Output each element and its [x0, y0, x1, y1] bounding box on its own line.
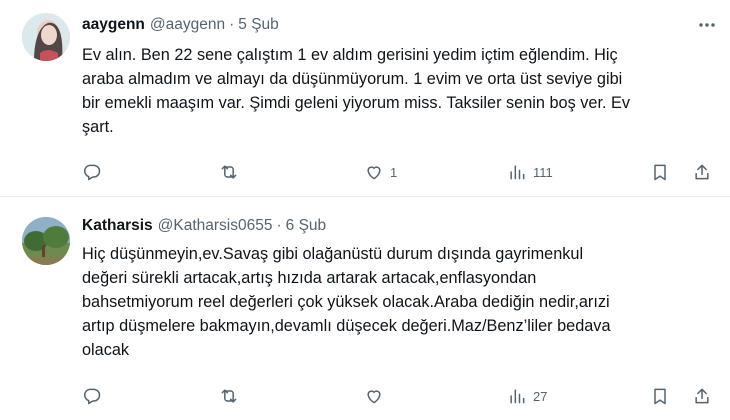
views-icon [510, 389, 525, 404]
tweet-header: Katharsis @Katharsis0655 · 6 Şub [82, 216, 326, 236]
tweet-text: Hiç düşünmeyin,ev.Savaş gibi olağanüstü … [82, 245, 611, 359]
like-button[interactable]: 1 [364, 160, 397, 184]
avatar[interactable] [22, 217, 70, 265]
bookmark-icon [654, 164, 666, 181]
bookmark-button[interactable] [650, 160, 670, 184]
tweet-actions: 1 111 [82, 160, 722, 184]
tweet-actions: 27 [82, 384, 722, 408]
avatar-image [22, 13, 70, 61]
views-count: 27 [533, 388, 548, 404]
tweet-header: aaygenn @aaygenn · 5 Şub [82, 15, 279, 35]
tweet-text: Ev alın. Ben 22 sene çalıştım 1 ev aldım… [82, 46, 631, 136]
tweet[interactable]: aaygenn @aaygenn · 5 Şub Ev alın. Ben 22… [0, 0, 730, 196]
reply-icon [84, 388, 101, 405]
separator: · [276, 217, 282, 234]
retweet-icon [221, 389, 237, 403]
bookmark-icon [654, 388, 666, 405]
more-icon [699, 23, 715, 27]
more-button[interactable] [696, 15, 718, 35]
separator: · [229, 16, 235, 33]
views-button[interactable]: 111 [507, 160, 553, 184]
views-icon [510, 165, 525, 180]
tweet-date[interactable]: 5 Şub [238, 16, 279, 34]
share-button[interactable] [692, 384, 712, 408]
views-button[interactable]: 27 [507, 384, 547, 408]
views-count: 111 [533, 164, 553, 180]
like-count: 1 [390, 164, 398, 180]
author-name[interactable]: aaygenn [82, 16, 145, 34]
like-icon [367, 390, 381, 404]
share-icon [695, 388, 709, 404]
share-icon [695, 164, 709, 180]
retweet-button[interactable] [219, 160, 245, 184]
retweet-button[interactable] [219, 384, 245, 408]
tweet[interactable]: Katharsis @Katharsis0655 · 6 Şub Hiç düş… [0, 197, 730, 420]
reply-button[interactable] [82, 384, 108, 408]
share-button[interactable] [692, 160, 712, 184]
like-button[interactable] [364, 384, 390, 408]
reply-button[interactable] [82, 160, 108, 184]
avatar-image [22, 217, 70, 265]
reply-icon [84, 164, 101, 181]
author-handle[interactable]: @Katharsis0655 [158, 217, 273, 235]
author-name[interactable]: Katharsis [82, 217, 153, 235]
tweet-date[interactable]: 6 Şub [286, 217, 327, 235]
retweet-icon [221, 165, 237, 179]
bookmark-button[interactable] [650, 384, 670, 408]
author-handle[interactable]: @aaygenn [150, 16, 225, 34]
like-icon [367, 166, 381, 180]
avatar[interactable] [22, 13, 70, 61]
